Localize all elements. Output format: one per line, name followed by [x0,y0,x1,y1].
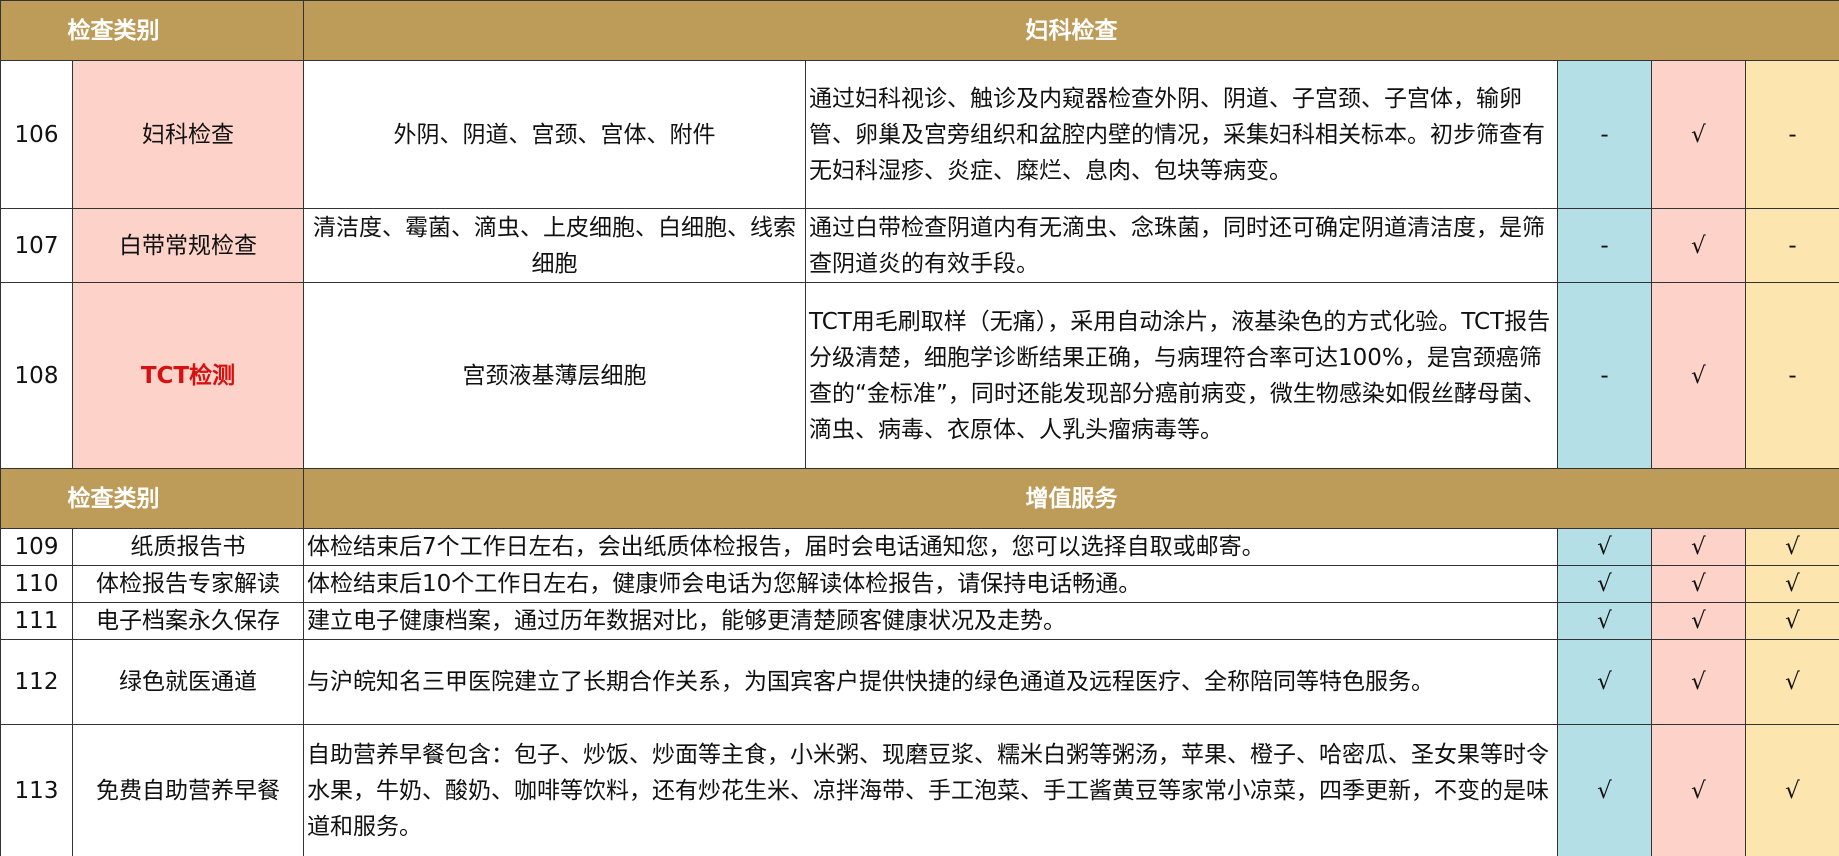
exam-items: 清洁度、霉菌、滴虫、上皮细胞、白细胞、线索细胞 [303,208,806,283]
row-number: 109 [0,528,73,566]
row-number: 106 [0,60,73,209]
exam-description: TCT用毛刷取样（无痛），采用自动涂片，液基染色的方式化验。TCT报告分级清楚，… [805,282,1558,469]
package-1-mark: √ [1557,528,1652,566]
row-number: 113 [0,724,73,856]
service-name: 纸质报告书 [72,528,304,566]
package-2-mark: √ [1651,565,1746,603]
exam-name: 妇科检查 [72,60,304,209]
row-number: 110 [0,565,73,603]
category-header: 检查类别 [0,0,304,61]
category-header: 检查类别 [0,468,304,529]
row-number: 107 [0,208,73,283]
package-3-mark: √ [1744,565,1839,603]
package-1-mark: - [1557,208,1652,283]
package-2-mark: √ [1651,282,1746,469]
package-1-mark: √ [1557,602,1652,640]
exam-description: 通过白带检查阴道内有无滴虫、念珠菌，同时还可确定阴道清洁度，是筛查阴道炎的有效手… [805,208,1558,283]
section-header-value-added: 检查类别 增值服务 [0,468,1839,529]
package-2-mark: √ [1651,724,1746,856]
package-1-mark: √ [1557,565,1652,603]
package-1-mark: √ [1557,639,1652,725]
exam-items: 宫颈液基薄层细胞 [303,282,806,469]
section-title: 妇科检查 [302,0,1839,61]
service-description: 建立电子健康档案，通过历年数据对比，能够更清楚顾客健康状况及走势。 [303,602,1558,640]
package-3-mark: √ [1744,639,1839,725]
service-description: 自助营养早餐包含：包子、炒饭、炒面等主食，小米粥、现磨豆浆、糯米白粥等粥汤，苹果… [303,724,1558,856]
package-3-mark: - [1744,60,1839,209]
row-number: 108 [0,282,73,469]
exam-table-page: 检查类别 妇科检查 106 妇科检查 外阴、阴道、宫颈、宫体、附件 通过妇科视诊… [0,0,1839,856]
table-row: 108 TCT检测 宫颈液基薄层细胞 TCT用毛刷取样（无痛），采用自动涂片，液… [0,282,1839,469]
package-3-mark: √ [1744,602,1839,640]
table-row: 106 妇科检查 外阴、阴道、宫颈、宫体、附件 通过妇科视诊、触诊及内窥器检查外… [0,60,1839,209]
service-description: 体检结束后10个工作日左右，健康师会电话为您解读体检报告，请保持电话畅通。 [303,565,1558,603]
table-row: 107 白带常规检查 清洁度、霉菌、滴虫、上皮细胞、白细胞、线索细胞 通过白带检… [0,208,1839,283]
table-row: 109 纸质报告书 体检结束后7个工作日左右，会出纸质体检报告，届时会电话通知您… [0,528,1839,566]
package-1-mark: - [1557,282,1652,469]
service-name: 电子档案永久保存 [72,602,304,640]
package-1-mark: √ [1557,724,1652,856]
package-3-mark: - [1744,282,1839,469]
table-row: 113 免费自助营养早餐 自助营养早餐包含：包子、炒饭、炒面等主食，小米粥、现磨… [0,724,1839,856]
service-name: 免费自助营养早餐 [72,724,304,856]
package-2-mark: √ [1651,60,1746,209]
exam-name: TCT检测 [72,282,304,469]
section-title: 增值服务 [302,468,1839,529]
package-3-mark: - [1744,208,1839,283]
service-description: 与沪皖知名三甲医院建立了长期合作关系，为国宾客户提供快捷的绿色通道及远程医疗、全… [303,639,1558,725]
service-description: 体检结束后7个工作日左右，会出纸质体检报告，届时会电话通知您，您可以选择自取或邮… [303,528,1558,566]
package-1-mark: - [1557,60,1652,209]
table-row: 110 体检报告专家解读 体检结束后10个工作日左右，健康师会电话为您解读体检报… [0,565,1839,603]
package-2-mark: √ [1651,528,1746,566]
package-2-mark: √ [1651,602,1746,640]
table-row: 112 绿色就医通道 与沪皖知名三甲医院建立了长期合作关系，为国宾客户提供快捷的… [0,639,1839,725]
exam-table: 检查类别 妇科检查 106 妇科检查 外阴、阴道、宫颈、宫体、附件 通过妇科视诊… [0,0,1839,856]
table-row: 111 电子档案永久保存 建立电子健康档案，通过历年数据对比，能够更清楚顾客健康… [0,602,1839,640]
row-number: 111 [0,602,73,640]
exam-items: 外阴、阴道、宫颈、宫体、附件 [303,60,806,209]
row-number: 112 [0,639,73,725]
service-name: 绿色就医通道 [72,639,304,725]
package-2-mark: √ [1651,639,1746,725]
exam-name: 白带常规检查 [72,208,304,283]
package-3-mark: √ [1744,724,1839,856]
service-name: 体检报告专家解读 [72,565,304,603]
section-header-gynecology: 检查类别 妇科检查 [0,0,1839,61]
exam-description: 通过妇科视诊、触诊及内窥器检查外阴、阴道、子宫颈、子宫体，输卵管、卵巢及宫旁组织… [805,60,1558,209]
package-2-mark: √ [1651,208,1746,283]
package-3-mark: √ [1744,528,1839,566]
